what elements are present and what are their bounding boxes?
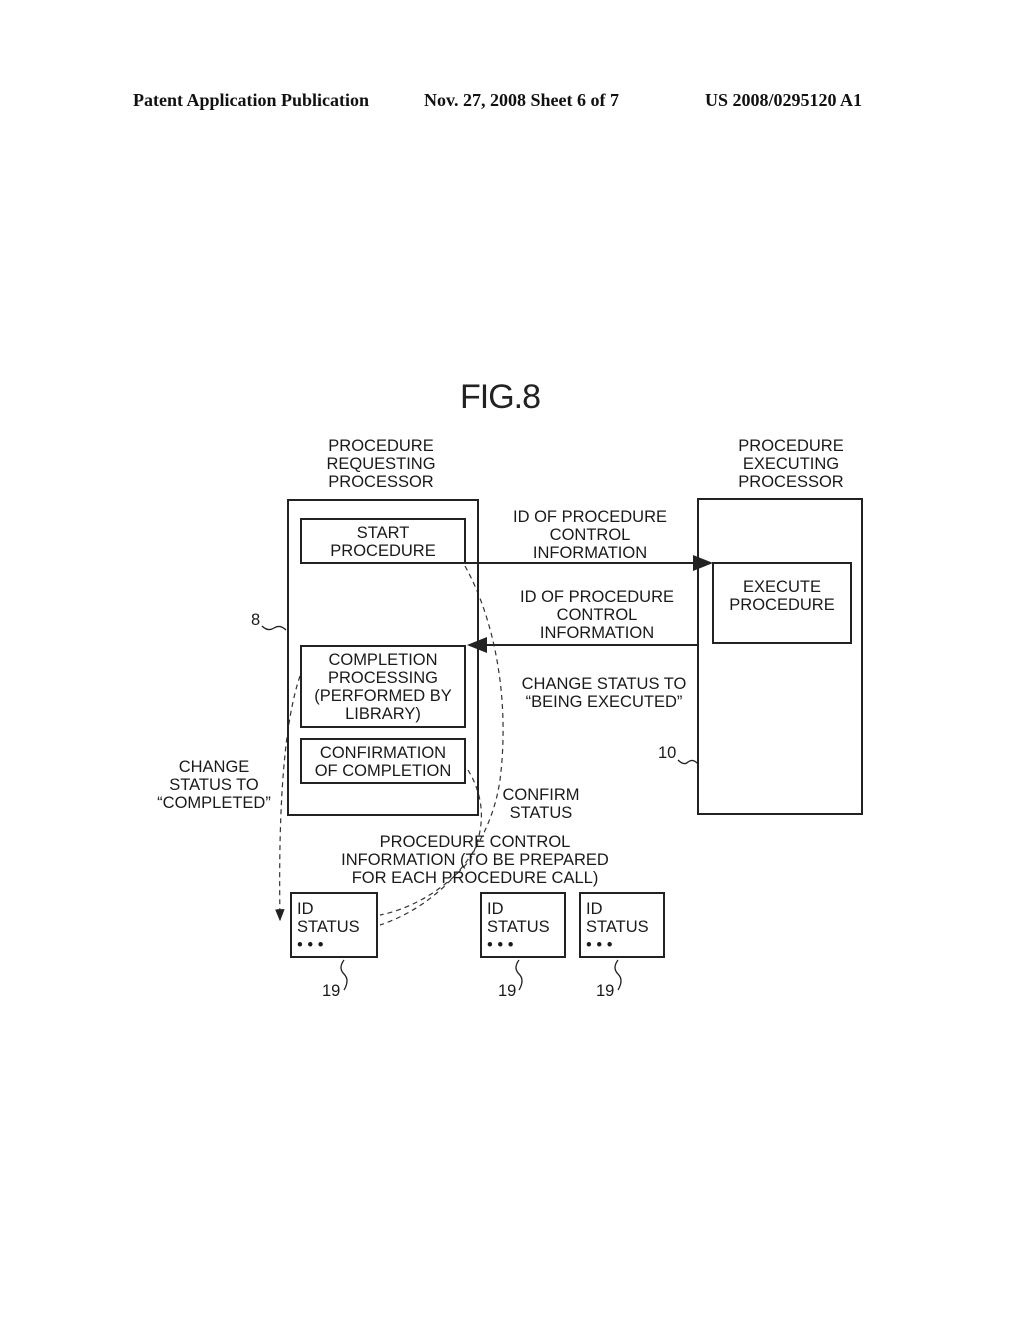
completed-label: CHANGE STATUS TO “COMPLETED”	[157, 758, 271, 812]
start-procedure-box: START PROCEDURE	[300, 518, 466, 564]
control-info-block-2: ID STATUS • • •	[480, 892, 566, 958]
confirmation-box: CONFIRMATION OF COMPLETION	[300, 738, 466, 784]
connector-lines	[261, 555, 713, 991]
response-arrow-label: ID OF PROCEDURE CONTROL INFORMATION	[519, 588, 674, 642]
ref-8-leader	[261, 625, 287, 631]
completion-processing-box: COMPLETION PROCESSING (PERFORMED BY LIBR…	[300, 645, 466, 728]
request-arrow-label: ID OF PROCEDURE CONTROL INFORMATION	[512, 508, 667, 562]
control-info-label: PROCEDURE CONTROL INFORMATION (TO BE PRE…	[341, 833, 609, 887]
confirm-status-label: CONFIRM STATUS	[502, 786, 580, 822]
control-info-block-3-text: ID STATUS • • •	[586, 900, 649, 954]
being-executed-label: CHANGE STATUS TO “BEING EXECUTED”	[521, 675, 687, 711]
start-procedure-label: START PROCEDURE	[330, 524, 436, 560]
ref-19-leader-1	[340, 959, 348, 991]
executing-processor-label: PROCEDURE EXECUTING PROCESSOR	[738, 437, 844, 491]
ref-19-leader-3	[614, 959, 622, 991]
control-info-block-3: ID STATUS • • •	[579, 892, 665, 958]
executing-processor-box	[697, 498, 863, 815]
control-info-block-2-text: ID STATUS • • •	[487, 900, 550, 954]
execute-procedure-box: EXECUTE PROCEDURE	[712, 562, 852, 644]
ref-8: 8	[251, 611, 261, 629]
confirmation-label: CONFIRMATION OF COMPLETION	[314, 744, 452, 780]
ref-10-leader	[677, 759, 699, 765]
execute-procedure-label: EXECUTE PROCEDURE	[729, 578, 835, 614]
ref-19-2: 19	[498, 982, 517, 1000]
ref-19-1: 19	[322, 982, 341, 1000]
ref-19-leader-2	[515, 959, 523, 991]
completion-processing-label: COMPLETION PROCESSING (PERFORMED BY LIBR…	[314, 651, 452, 723]
control-info-block-1: ID STATUS • • •	[290, 892, 378, 958]
control-info-block-1-text: ID STATUS • • •	[297, 900, 360, 954]
ref-19-3: 19	[596, 982, 615, 1000]
requesting-processor-label: PROCEDURE REQUESTING PROCESSOR	[326, 437, 436, 491]
ref-10: 10	[658, 744, 677, 762]
